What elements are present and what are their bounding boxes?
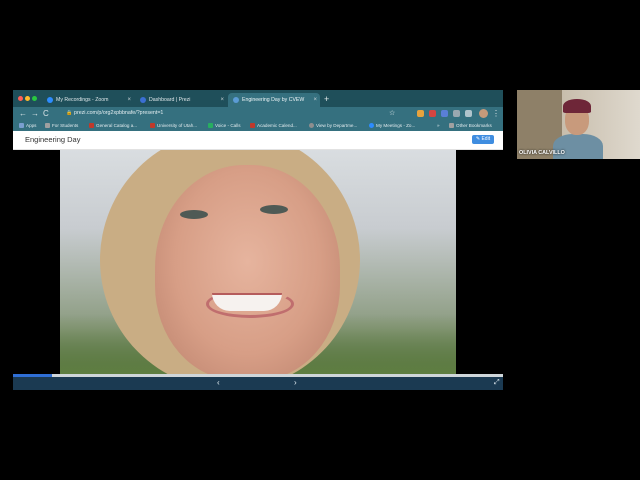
tab-close-icon[interactable]: × xyxy=(127,93,131,107)
back-arrow-icon[interactable]: ← xyxy=(19,107,27,120)
folder-icon xyxy=(449,123,454,128)
puzzle-extensions-icon[interactable] xyxy=(453,110,460,117)
prezi-presentation: Engineering Day ✎ Edit ‹ › ⤢ xyxy=(13,131,503,390)
bookmarks-bar: Apps For Students General Catalog a... U… xyxy=(13,120,503,131)
new-tab-button[interactable]: + xyxy=(324,93,329,105)
bookmark-view-by-department[interactable]: View by Departme... xyxy=(309,120,357,131)
reload-icon[interactable]: C xyxy=(43,107,49,120)
lock-icon: 🔒 xyxy=(66,110,73,116)
tab-engineering-day[interactable]: Engineering Day by CVEW × xyxy=(228,93,320,107)
tab-dashboard-prezi[interactable]: Dashboard | Prezi × xyxy=(135,93,227,107)
site-favicon-icon xyxy=(150,123,155,128)
participant-video-tile[interactable]: OLIVIA CALVILLO xyxy=(517,90,640,159)
bookmark-label: Other Bookmarks xyxy=(456,123,492,128)
profile-avatar[interactable] xyxy=(479,109,488,118)
bookmarks-overflow-icon[interactable]: » xyxy=(437,120,440,131)
bookmark-label: Voice - Calls xyxy=(215,123,241,128)
bookmark-label: Academic Calend... xyxy=(257,123,297,128)
bookmark-voice-calls[interactable]: Voice - Calls xyxy=(208,120,241,131)
address-bar[interactable]: 🔒 prezi.com/p/org2xpbbnafe/?present=1 xyxy=(65,109,385,118)
tab-label: Engineering Day by CVEW xyxy=(242,97,305,103)
bookmark-label: My Meetings - Zo... xyxy=(376,123,416,128)
close-window-button[interactable] xyxy=(18,96,23,101)
apps-grid-icon xyxy=(19,123,24,128)
extension-icon[interactable] xyxy=(465,110,472,117)
previous-slide-button[interactable]: ‹ xyxy=(217,377,220,389)
globe-icon xyxy=(309,123,314,128)
bookmark-label: University of Utah... xyxy=(157,123,198,128)
maximize-window-button[interactable] xyxy=(32,96,37,101)
right-eye-shape xyxy=(260,205,288,214)
smile-shape xyxy=(212,293,282,311)
zoom-icon xyxy=(369,123,374,128)
tab-close-icon[interactable]: × xyxy=(313,93,317,107)
bookmark-general-catalog[interactable]: General Catalog a... xyxy=(89,120,137,131)
extension-icon[interactable] xyxy=(429,110,436,117)
forward-arrow-icon[interactable]: → xyxy=(31,107,39,120)
tab-my-recordings[interactable]: My Recordings - Zoom × xyxy=(42,93,134,107)
url-text[interactable]: prezi.com/p/org2xpbbnafe/?present=1 xyxy=(74,109,163,118)
bookmark-label: General Catalog a... xyxy=(96,123,138,128)
prezi-header: Engineering Day ✎ Edit xyxy=(13,131,503,150)
site-favicon-icon xyxy=(250,123,255,128)
tab-strip: My Recordings - Zoom × Dashboard | Prezi… xyxy=(13,90,503,107)
zoom-icon xyxy=(47,97,53,103)
bookmark-label: Apps xyxy=(26,123,37,128)
bookmark-label: For Students xyxy=(52,123,79,128)
bookmark-academic-calendar[interactable]: Academic Calend... xyxy=(250,120,297,131)
presentation-title: Engineering Day xyxy=(25,135,81,144)
folder-icon xyxy=(45,123,50,128)
minimize-window-button[interactable] xyxy=(25,96,30,101)
bookmark-university-of-utah[interactable]: University of Utah... xyxy=(150,120,197,131)
browser-menu-icon[interactable]: ⋮ xyxy=(492,107,500,120)
tab-close-icon[interactable]: × xyxy=(220,93,224,107)
bookmark-my-meetings-zoom[interactable]: My Meetings - Zo... xyxy=(369,120,415,131)
presentation-photo xyxy=(60,150,456,374)
phone-icon xyxy=(208,123,213,128)
globe-icon xyxy=(233,97,239,103)
bookmark-label: View by Departme... xyxy=(316,123,358,128)
edit-button[interactable]: ✎ Edit xyxy=(472,135,494,144)
extension-icon[interactable] xyxy=(417,110,424,117)
bookmark-for-students[interactable]: For Students xyxy=(45,120,78,131)
left-eye-shape xyxy=(180,210,208,219)
extension-icon[interactable] xyxy=(441,110,448,117)
browser-toolbar: ← → C 🔒 prezi.com/p/org2xpbbnafe/?presen… xyxy=(13,107,503,120)
tab-label: Dashboard | Prezi xyxy=(149,97,191,103)
fullscreen-icon[interactable]: ⤢ xyxy=(494,377,500,389)
browser-window: My Recordings - Zoom × Dashboard | Prezi… xyxy=(13,90,503,390)
bookmark-other-bookmarks[interactable]: Other Bookmarks xyxy=(449,120,492,131)
participant-name: OLIVIA CALVILLO xyxy=(519,150,565,156)
face-shape xyxy=(155,165,340,374)
bookmark-star-icon[interactable]: ☆ xyxy=(389,107,395,120)
bookmark-apps[interactable]: Apps xyxy=(19,120,36,131)
next-slide-button[interactable]: › xyxy=(294,377,297,389)
prezi-icon xyxy=(140,97,146,103)
site-favicon-icon xyxy=(89,123,94,128)
tab-label: My Recordings - Zoom xyxy=(56,97,109,103)
participant-beanie-shape xyxy=(563,99,591,113)
presentation-controls: ‹ › ⤢ xyxy=(13,377,503,390)
